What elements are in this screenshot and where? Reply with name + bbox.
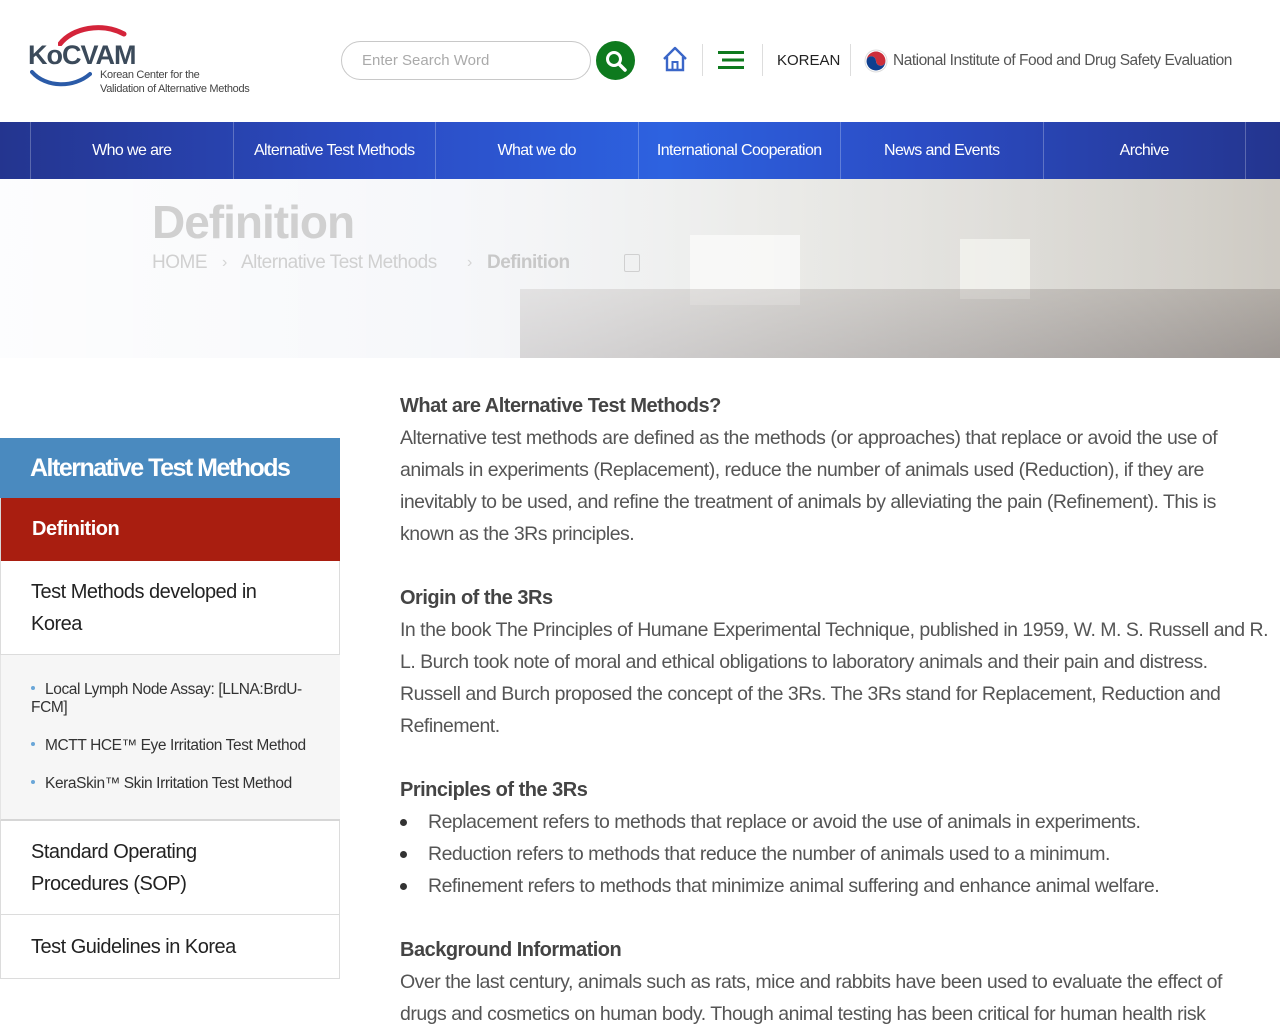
sidebar-sub-list: Local Lymph Node Assay: [LLNA:BrdU-FCM] …: [0, 655, 340, 821]
logo-tagline-line1: Korean Center for the: [100, 69, 200, 81]
taegeuk-emblem-icon: [864, 49, 888, 73]
logo-tagline-line2: Validation of Alternative Methods: [100, 83, 250, 95]
sidebar-subitem-label: KeraSkin™ Skin Irritation Test Method: [45, 775, 292, 792]
nav-item-who-we-are[interactable]: Who we are: [31, 122, 234, 179]
site-header: KoCVAM Korean Center for the Validation …: [0, 0, 1280, 122]
nav-item-archive[interactable]: Archive: [1044, 122, 1246, 179]
page-visual-banner: Definition HOME › Alternative Test Metho…: [0, 179, 1280, 358]
page-title: Definition: [152, 196, 355, 248]
breadcrumb-section[interactable]: Alternative Test Methods: [241, 252, 437, 274]
header-divider: [702, 44, 703, 76]
breadcrumb-separator: ›: [222, 254, 228, 271]
section-origin-3rs: Origin of the 3Rs In the book The Princi…: [400, 582, 1272, 742]
kocvam-logo[interactable]: KoCVAM Korean Center for the Validation …: [28, 24, 268, 100]
sidebar-subitem-llna[interactable]: Local Lymph Node Assay: [LLNA:BrdU-FCM]: [31, 681, 320, 717]
search-box: [341, 41, 591, 80]
nav-item-international-cooperation[interactable]: International Cooperation: [639, 122, 841, 179]
agency-name: National Institute of Food and Drug Safe…: [893, 52, 1232, 69]
section-body: Alternative test methods are defined as …: [400, 427, 1218, 545]
list-item: Replacement refers to methods that repla…: [400, 806, 1272, 838]
logo-swoosh-icon: [30, 70, 92, 87]
list-item: Refinement refers to methods that minimi…: [400, 870, 1272, 902]
section-principles-3rs: Principles of the 3Rs Replacement refers…: [400, 774, 1272, 902]
sitemap-menu-button[interactable]: [716, 48, 746, 72]
nav-item-news-and-events[interactable]: News and Events: [841, 122, 1044, 179]
main-navigation: Who we are Alternative Test Methods What…: [0, 122, 1280, 179]
breadcrumb-current: Definition: [487, 252, 570, 273]
language-switch-link[interactable]: KOREAN: [777, 52, 840, 69]
nav-item-alternative-test-methods[interactable]: Alternative Test Methods: [234, 122, 436, 179]
section-heading: Principles of the 3Rs: [400, 779, 588, 801]
list-item: Reduction refers to methods that reduce …: [400, 838, 1272, 870]
sidebar-subitem-label: MCTT HCE™ Eye Irritation Test Method: [45, 737, 306, 754]
sidebar-item-label: Standard Operating Procedures (SOP): [31, 840, 197, 895]
header-divider: [850, 44, 851, 76]
sidebar: Alternative Test Methods Definition Test…: [0, 438, 340, 979]
search-input[interactable]: [362, 42, 582, 79]
breadcrumb-home[interactable]: HOME: [152, 252, 208, 274]
sidebar-item-label: Test Guidelines in Korea: [31, 935, 236, 958]
sidebar-item-test-guidelines[interactable]: Test Guidelines in Korea: [0, 915, 340, 979]
home-icon: [663, 46, 687, 72]
sidebar-title: Alternative Test Methods: [0, 438, 340, 498]
bullet-dot-icon: [31, 686, 35, 691]
print-icon[interactable]: [624, 254, 640, 272]
search-button[interactable]: [596, 41, 635, 80]
section-body: Over the last century, animals such as r…: [400, 971, 1222, 1024]
sidebar-subitem-mctt-hce[interactable]: MCTT HCE™ Eye Irritation Test Method: [31, 737, 320, 755]
home-button[interactable]: [660, 44, 690, 74]
section-what-are-atm: What are Alternative Test Methods? Alter…: [400, 390, 1272, 550]
sidebar-subitem-keraskin[interactable]: KeraSkin™ Skin Irritation Test Method: [31, 775, 320, 793]
logo-wordmark: KoCVAM: [28, 40, 136, 70]
section-background: Background Information Over the last cen…: [400, 934, 1272, 1024]
hamburger-icon: [718, 51, 744, 69]
bullet-dot-icon: [31, 780, 35, 785]
section-heading: Origin of the 3Rs: [400, 587, 553, 609]
breadcrumb-separator: ›: [467, 254, 473, 271]
agency-link[interactable]: National Institute of Food and Drug Safe…: [864, 48, 1232, 74]
main-content: What are Alternative Test Methods? Alter…: [400, 390, 1272, 1024]
section-heading: Background Information: [400, 939, 622, 961]
search-icon: [605, 50, 627, 72]
nav-item-what-we-do[interactable]: What we do: [436, 122, 639, 179]
principles-list: Replacement refers to methods that repla…: [400, 806, 1272, 902]
sidebar-item-label: Test Methods developed in Korea: [31, 580, 257, 635]
sidebar-subitem-label: Local Lymph Node Assay: [LLNA:BrdU-FCM]: [31, 681, 302, 716]
section-heading: What are Alternative Test Methods?: [400, 395, 721, 417]
header-divider: [762, 44, 763, 76]
bullet-dot-icon: [31, 742, 35, 747]
sidebar-item-test-methods-korea[interactable]: Test Methods developed in Korea: [0, 561, 340, 655]
section-body: In the book The Principles of Humane Exp…: [400, 619, 1269, 737]
sidebar-item-definition[interactable]: Definition: [0, 498, 340, 561]
sidebar-item-sop[interactable]: Standard Operating Procedures (SOP): [0, 821, 340, 915]
